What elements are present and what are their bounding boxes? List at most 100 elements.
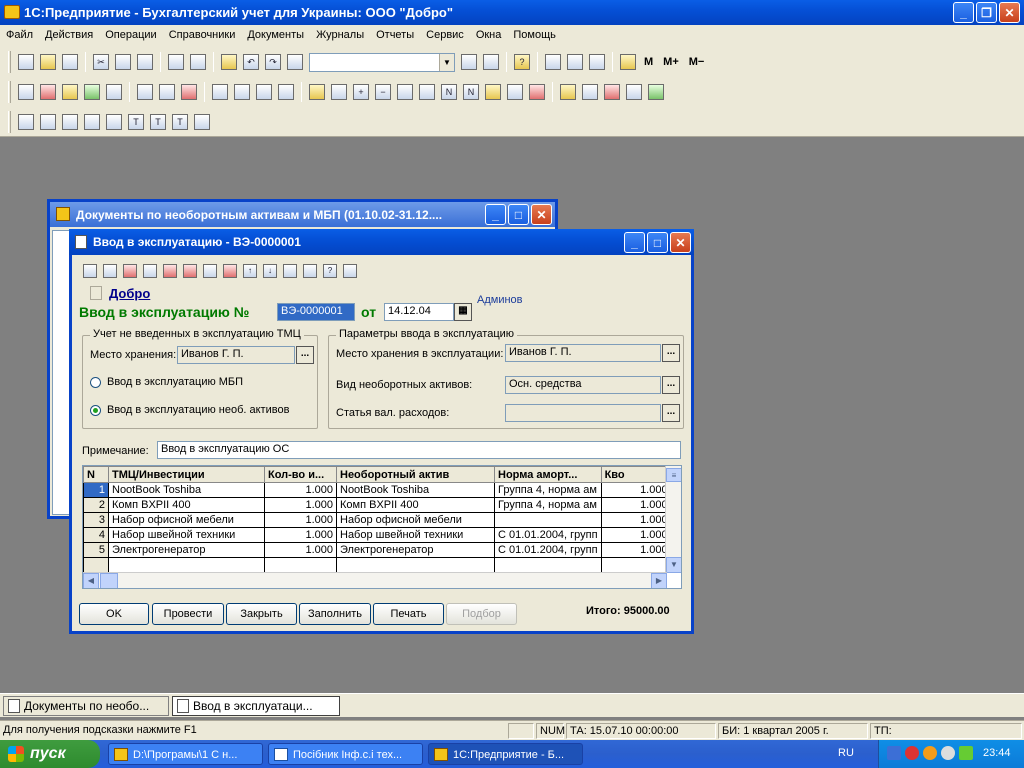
- plusminus-icon[interactable]: [397, 84, 413, 100]
- asset-kind-select-button[interactable]: ...: [662, 376, 680, 394]
- cell-kvo[interactable]: 1.000: [600, 542, 672, 558]
- tmc-icon[interactable]: [137, 84, 153, 100]
- set-icon[interactable]: [223, 264, 237, 278]
- menu-references[interactable]: Справочники: [163, 29, 242, 41]
- find-icon[interactable]: [287, 54, 303, 70]
- table-row[interactable]: 2 Комп BXPII 400 1.000 Комп BXPII 400 Гр…: [83, 497, 672, 513]
- table-row[interactable]: 1 NootBook Toshiba 1.000 NootBook Toshib…: [83, 482, 672, 498]
- t-report-icon[interactable]: T: [128, 114, 144, 130]
- sort-asc-icon[interactable]: [283, 264, 297, 278]
- redo-icon[interactable]: ↷: [265, 54, 281, 70]
- radio-mbp-label[interactable]: Ввод в эксплуатацию МБП: [107, 376, 243, 388]
- calculator-icon[interactable]: [545, 54, 561, 70]
- language-indicator[interactable]: RU: [838, 747, 854, 759]
- clock[interactable]: 23:44: [983, 747, 1011, 759]
- book-icon[interactable]: [620, 54, 636, 70]
- operations-icon[interactable]: [40, 84, 56, 100]
- table-hscroll[interactable]: ◀ ▶: [83, 572, 667, 588]
- media-icon[interactable]: [923, 746, 937, 760]
- expense-field[interactable]: [505, 404, 661, 422]
- entries-icon[interactable]: [62, 84, 78, 100]
- storage-select-button[interactable]: ...: [296, 346, 314, 364]
- color-book-icon[interactable]: [529, 84, 545, 100]
- print-button[interactable]: Печать: [373, 603, 444, 625]
- ok-button[interactable]: OK: [79, 603, 149, 625]
- person-icon[interactable]: [159, 84, 175, 100]
- 3d-icon[interactable]: [959, 746, 973, 760]
- arrow-down-icon[interactable]: ↓: [263, 264, 277, 278]
- doc-number-field[interactable]: ВЭ-0000001: [277, 303, 355, 321]
- copy-doc-icon[interactable]: [331, 84, 347, 100]
- tab-document[interactable]: Ввод в эксплуатаци...: [172, 696, 340, 716]
- task-explorer[interactable]: D:\Програмы\1 С н...: [108, 743, 263, 765]
- table-row[interactable]: 5 Электрогенератор 1.000 Электрогенерато…: [83, 542, 672, 558]
- bm-icon[interactable]: [181, 84, 197, 100]
- help-question-icon[interactable]: ?: [514, 54, 530, 70]
- bar-chart-icon[interactable]: [194, 114, 210, 130]
- cell-n[interactable]: 2: [83, 497, 109, 513]
- edit-row-icon[interactable]: [203, 264, 217, 278]
- menu-documents[interactable]: Документы: [241, 29, 310, 41]
- menu-operations[interactable]: Операции: [99, 29, 162, 41]
- delete-row-icon[interactable]: [123, 264, 137, 278]
- t-report3-icon[interactable]: T: [172, 114, 188, 130]
- menu-file[interactable]: Файл: [0, 29, 39, 41]
- plus-icon[interactable]: +: [353, 84, 369, 100]
- minimize-button[interactable]: _: [953, 2, 974, 23]
- journal-maximize-button[interactable]: □: [508, 204, 529, 225]
- radio-assets-label[interactable]: Ввод в эксплуатацию необ. активов: [107, 404, 289, 416]
- add-row-icon[interactable]: [83, 264, 97, 278]
- cell-norm[interactable]: Группа 4, норма ам: [494, 482, 602, 498]
- col-asset[interactable]: Необоротный актив: [336, 466, 495, 483]
- fill-button[interactable]: Заполнить: [299, 603, 371, 625]
- user-key-icon[interactable]: [560, 84, 576, 100]
- vscroll-thumb[interactable]: ≡: [666, 468, 681, 482]
- copy-icon[interactable]: [115, 54, 131, 70]
- clock-app-icon[interactable]: [941, 746, 955, 760]
- task-word[interactable]: Посібник Інф.с.і тех...: [268, 743, 423, 765]
- cut-icon[interactable]: ✂: [93, 54, 109, 70]
- cell-qty[interactable]: 1.000: [264, 527, 337, 543]
- user-pair-icon[interactable]: [582, 84, 598, 100]
- journal-minimize-button[interactable]: _: [485, 204, 506, 225]
- restore-button[interactable]: ❐: [976, 2, 997, 23]
- menu-windows[interactable]: Окна: [470, 29, 508, 41]
- chart-accounts-icon[interactable]: [18, 84, 34, 100]
- table-icon[interactable]: [18, 114, 34, 130]
- close-button[interactable]: ✕: [999, 2, 1020, 23]
- hscroll-thumb[interactable]: [100, 573, 118, 588]
- form-icon[interactable]: [106, 114, 122, 130]
- op-storage-field[interactable]: Иванов Г. П.: [505, 344, 661, 362]
- menu-reports[interactable]: Отчеты: [370, 29, 420, 41]
- menu-help[interactable]: Помощь: [507, 29, 562, 41]
- report-icon[interactable]: [507, 84, 523, 100]
- network-icon[interactable]: [887, 746, 901, 760]
- task-1c[interactable]: 1С:Предприятие - Б...: [428, 743, 583, 765]
- cell-n[interactable]: 3: [83, 512, 109, 528]
- scroll-down-button[interactable]: ▼: [666, 557, 681, 573]
- memory-mplus-button[interactable]: M+: [663, 56, 679, 68]
- cell-kvo[interactable]: 1.000: [600, 482, 672, 498]
- cell-asset[interactable]: NootBook Toshiba: [336, 482, 495, 498]
- cell-qty[interactable]: 1.000: [264, 497, 337, 513]
- note-field[interactable]: Ввод в эксплуатацию ОС: [157, 441, 681, 459]
- tab-journal[interactable]: Документы по необо...: [3, 696, 169, 716]
- copy-row-icon[interactable]: [143, 264, 157, 278]
- balance-icon[interactable]: [106, 84, 122, 100]
- cell-kvo[interactable]: 1.000: [600, 527, 672, 543]
- cell-asset[interactable]: Набор офисной мебели: [336, 512, 495, 528]
- print-icon[interactable]: [168, 54, 184, 70]
- grid-icon[interactable]: [62, 114, 78, 130]
- journal-icon[interactable]: [84, 84, 100, 100]
- col-norm[interactable]: Норма аморт...: [494, 466, 602, 483]
- cell-n[interactable]: 4: [83, 527, 109, 543]
- pointer-icon[interactable]: [343, 264, 357, 278]
- cell-norm[interactable]: Группа 4, норма ам: [494, 497, 602, 513]
- menu-actions[interactable]: Действия: [39, 29, 99, 41]
- edit-pen-icon[interactable]: [589, 54, 605, 70]
- cell-item[interactable]: Электрогенератор: [108, 542, 265, 558]
- scroll-left-button[interactable]: ◀: [83, 573, 99, 588]
- cell-item[interactable]: Комп BXPII 400: [108, 497, 265, 513]
- calc-icon[interactable]: [221, 54, 237, 70]
- cell-n[interactable]: 1: [83, 482, 109, 498]
